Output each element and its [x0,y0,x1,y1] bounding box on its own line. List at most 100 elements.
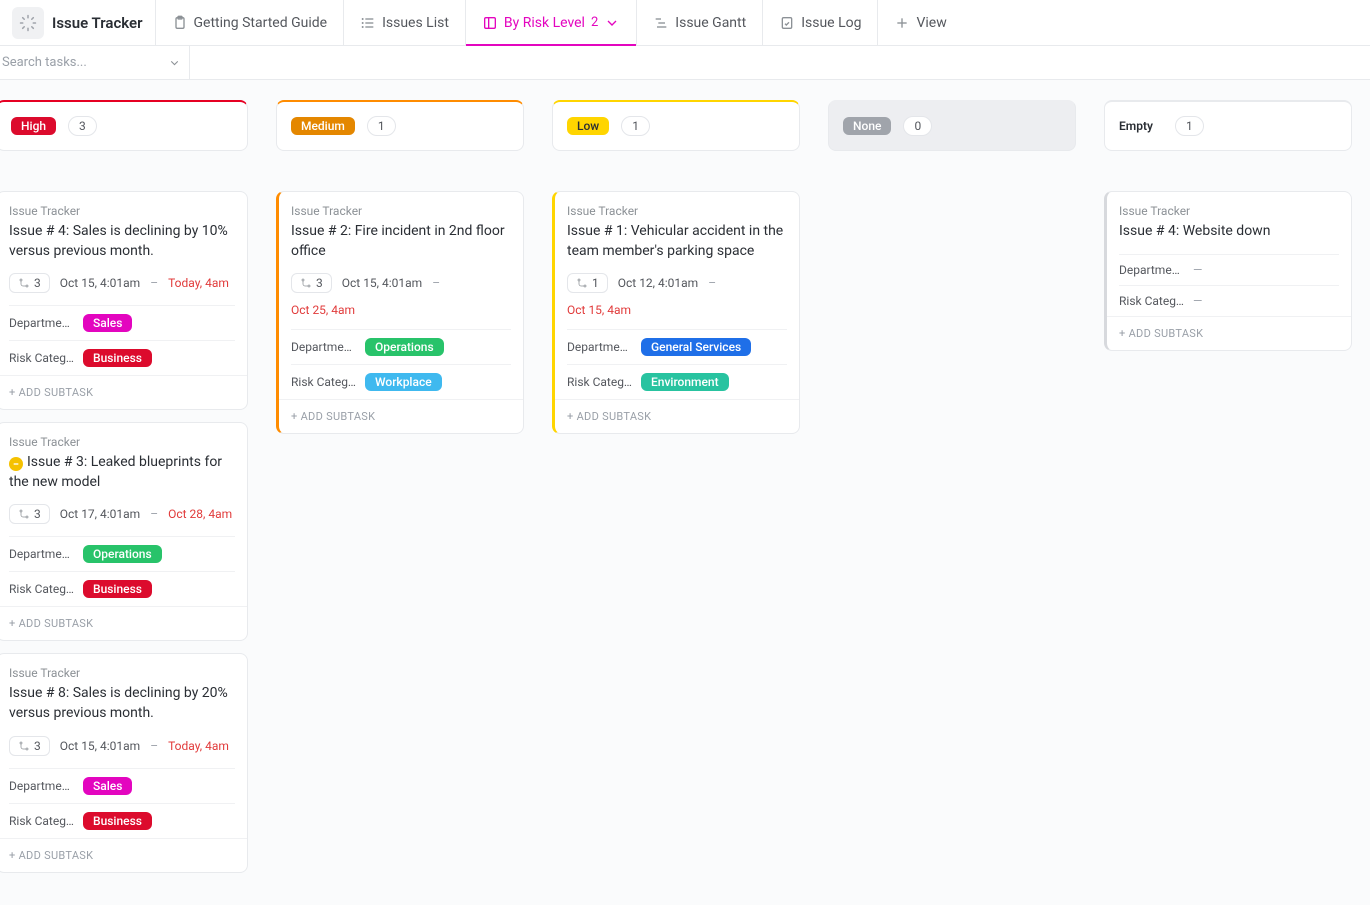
tab-label: Issue Log [801,15,861,31]
field-label: Risk Categ… [9,582,75,596]
add-subtask-button[interactable]: ADD SUBTASK [555,399,799,433]
date-separator: – [432,276,440,290]
department-tag[interactable]: Operations [365,338,444,356]
department-tag[interactable]: Sales [83,314,132,332]
issue-card[interactable]: Issue Tracker Issue # 4: Website down De… [1104,191,1352,351]
field-label: Risk Categ… [9,351,75,365]
risk-tag[interactable]: Business [83,349,152,367]
column-count: 3 [68,116,97,136]
field-label: Department: [291,340,357,354]
card-title: Issue # 3: Leaked blueprints for the new… [9,453,235,492]
card-dates: 3 Oct 15, 4:01am – Oct 25, 4am [291,273,511,317]
search-box[interactable] [0,46,190,79]
subtask-count[interactable]: 3 [291,273,332,293]
card-dates: 3 Oct 17, 4:01am – Oct 28, 4am [9,504,235,524]
loader-icon [19,14,37,32]
column-count: 0 [903,116,932,136]
issue-card[interactable]: Issue Tracker Issue # 1: Vehicular accid… [552,191,800,434]
board-icon [482,15,498,31]
add-subtask-button[interactable]: ADD SUBTASK [0,606,247,640]
tab-issue-gantt[interactable]: Issue Gantt [636,0,762,45]
tab-issues-list[interactable]: Issues List [343,0,465,45]
card-dates: 3 Oct 15, 4:01am – Today, 4am [9,736,235,756]
due-date: Today, 4am [168,276,229,290]
card-title: Issue # 4: Website down [1119,222,1339,242]
add-subtask-button[interactable]: ADD SUBTASK [0,375,247,409]
risk-tag[interactable]: Business [83,812,152,830]
card-project: Issue Tracker [291,204,511,218]
column-header[interactable]: None 0 [828,100,1076,151]
column-medium: Medium 1 Issue Tracker Issue # 2: Fire i… [276,100,524,446]
issue-card[interactable]: Issue Tracker Issue # 4: Sales is declin… [0,191,248,410]
search-input[interactable] [2,55,168,70]
column-header[interactable]: Medium 1 [276,100,524,151]
plus-icon [894,15,910,31]
tab-add-view[interactable]: View [877,0,962,45]
column-header[interactable]: High 3 [0,100,248,151]
risk-tag[interactable]: Workplace [365,373,442,391]
card-project: Issue Tracker [9,666,235,680]
issue-card[interactable]: Issue Tracker Issue # 2: Fire incident i… [276,191,524,434]
date-separator: – [150,739,158,753]
column-header[interactable]: Empty 1 [1104,100,1352,151]
subtask-count[interactable]: 3 [9,504,50,524]
tab-getting-started-guide[interactable]: Getting Started Guide [155,0,344,45]
card-dates: 1 Oct 12, 4:01am – Oct 15, 4am [567,273,787,317]
field-risk-category: Risk Categ… Business [9,803,235,838]
risk-tag[interactable]: Environment [641,373,729,391]
risk-level-chip: Medium [291,117,355,135]
department-tag[interactable]: General Services [641,338,751,356]
due-date: Oct 28, 4am [168,507,232,521]
status-dot-icon [9,457,23,471]
field-risk-category: Risk Categ… Business [9,571,235,606]
issue-card[interactable]: Issue Tracker Issue # 8: Sales is declin… [0,653,248,872]
subtask-count[interactable]: 3 [9,736,50,756]
field-department: Department: Sales [9,768,235,803]
tab-issue-log[interactable]: Issue Log [762,0,877,45]
add-subtask-button[interactable]: ADD SUBTASK [0,838,247,872]
subtask-icon [576,277,588,289]
date-separator: – [150,507,158,521]
tab-count: 2 [591,15,598,30]
column-header[interactable]: Low 1 [552,100,800,151]
subtask-icon [18,508,30,520]
column-count: 1 [621,116,650,136]
department-tag[interactable]: Operations [83,545,162,563]
subtask-count[interactable]: 3 [9,273,50,293]
start-date: Oct 15, 4:01am [60,739,140,753]
issue-card[interactable]: Issue Tracker Issue # 3: Leaked blueprin… [0,422,248,641]
subtask-icon [18,277,30,289]
chevron-down-icon[interactable] [168,56,181,70]
field-risk-category: Risk Categ… Environment [567,364,787,399]
subtask-count-value: 1 [592,276,599,290]
subtask-icon [18,740,30,752]
column-count: 1 [367,116,396,136]
subtask-count-value: 3 [34,276,41,290]
field-label: Department: [567,340,633,354]
card-project: Issue Tracker [567,204,787,218]
field-risk-category: Risk Categ… — [1119,285,1339,316]
column-low: Low 1 Issue Tracker Issue # 1: Vehicular… [552,100,800,446]
start-date: Oct 15, 4:01am [60,276,140,290]
topbar: Issue Tracker Getting Started Guide Issu… [0,0,1370,46]
field-department: Department: — [1119,254,1339,285]
empty-value: — [1193,263,1202,277]
field-department: Department: Sales [9,305,235,340]
card-dates: 3 Oct 15, 4:01am – Today, 4am [9,273,235,293]
field-label: Department: [9,779,75,793]
tab-by-risk-level[interactable]: By Risk Level 2 [465,0,636,45]
department-tag[interactable]: Sales [83,777,132,795]
field-label: Department: [9,547,75,561]
due-date: Oct 15, 4am [567,303,631,317]
risk-tag[interactable]: Business [83,580,152,598]
tab-label: By Risk Level [504,15,585,31]
field-department: Department: General Services [567,329,787,364]
search-row [0,46,1370,80]
field-label: Department: [1119,263,1185,277]
kanban-board: High 3 Issue Tracker Issue # 4: Sales is… [0,80,1370,905]
add-subtask-button[interactable]: ADD SUBTASK [279,399,523,433]
due-date: Today, 4am [168,739,229,753]
field-label: Risk Categ… [567,375,633,389]
add-subtask-button[interactable]: ADD SUBTASK [1107,316,1351,350]
subtask-count[interactable]: 1 [567,273,608,293]
